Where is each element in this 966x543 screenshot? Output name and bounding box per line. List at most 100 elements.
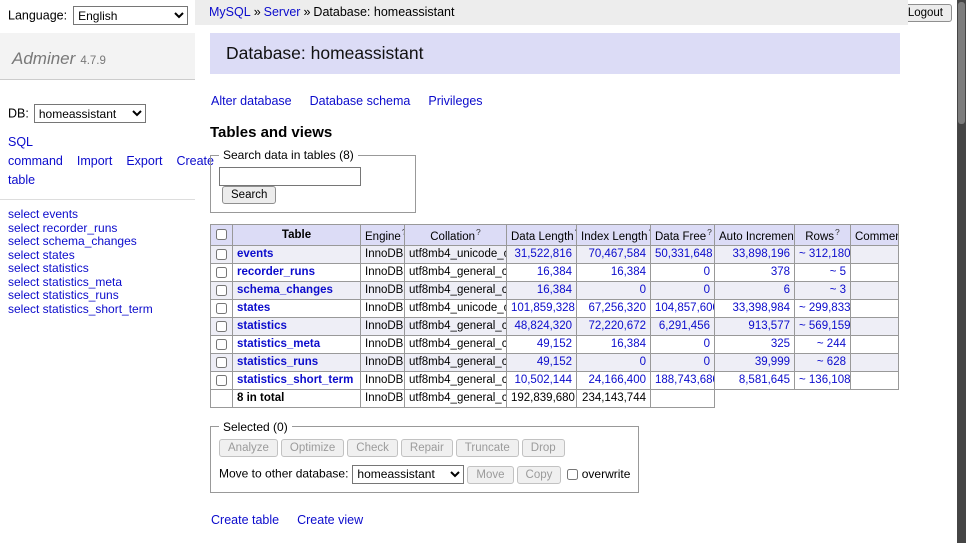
table-name-link[interactable]: schema_changes <box>237 284 333 296</box>
scrollbar-thumb[interactable] <box>958 2 965 124</box>
index-length-link[interactable]: 0 <box>640 284 646 296</box>
bulk-button-analyze[interactable]: Analyze <box>219 439 278 457</box>
create-link[interactable]: Create view <box>297 513 363 527</box>
rows-count-link[interactable]: ~ 136,108 <box>799 374 850 386</box>
sidebar-select-link[interactable]: select statistics <box>8 262 187 276</box>
help-icon[interactable]: ? <box>476 227 481 237</box>
data-free-link[interactable]: 50,331,648 <box>655 248 713 260</box>
sidebar-action-link[interactable]: SQL command <box>8 135 63 168</box>
sidebar-action-link[interactable]: Export <box>126 154 162 168</box>
auto-increment-link[interactable]: 913,577 <box>748 320 790 332</box>
auto-increment-link[interactable]: 8,581,645 <box>739 374 790 386</box>
row-checkbox[interactable] <box>216 375 227 386</box>
bulk-button-drop[interactable]: Drop <box>522 439 565 457</box>
data-free-link[interactable]: 104,857,600 <box>655 302 715 314</box>
db-action-link[interactable]: Database schema <box>310 94 411 108</box>
table-name-link[interactable]: statistics <box>237 320 287 332</box>
index-length-link[interactable]: 24,166,400 <box>588 374 646 386</box>
rows-count-link[interactable]: ~ 312,180 <box>799 248 850 260</box>
index-length-link[interactable]: 67,256,320 <box>588 302 646 314</box>
bulk-button-optimize[interactable]: Optimize <box>281 439 344 457</box>
table-name-link[interactable]: states <box>237 302 270 314</box>
auto-increment-cell: 39,999 <box>715 353 795 371</box>
data-length-link[interactable]: 101,859,328 <box>511 302 575 314</box>
breadcrumb-link[interactable]: Server <box>264 5 301 19</box>
collation-cell: utf8mb4_unicode_ci <box>405 245 507 263</box>
bulk-button-repair[interactable]: Repair <box>401 439 453 457</box>
data-length-link[interactable]: 16,384 <box>537 266 572 278</box>
rows-count-cell: ~ 299,833 <box>795 299 851 317</box>
rows-count-link[interactable]: ~ 299,833 <box>799 302 850 314</box>
data-length-link[interactable]: 49,152 <box>537 356 572 368</box>
rows-count-link[interactable]: ~ 244 <box>817 338 846 350</box>
sidebar-select-link[interactable]: select events <box>8 208 187 222</box>
index-length-link[interactable]: 72,220,672 <box>588 320 646 332</box>
auto-increment-link[interactable]: 33,398,984 <box>732 302 790 314</box>
bulk-button-check[interactable]: Check <box>347 439 398 457</box>
auto-increment-link[interactable]: 325 <box>771 338 790 350</box>
select-all-checkbox[interactable] <box>216 229 227 240</box>
rows-count-link[interactable]: ~ 3 <box>830 284 846 296</box>
data-length-link[interactable]: 49,152 <box>537 338 572 350</box>
auto-increment-link[interactable]: 39,999 <box>755 356 790 368</box>
help-icon[interactable]: ? <box>707 227 712 237</box>
language-select[interactable]: English <box>73 6 188 25</box>
db-action-link[interactable]: Alter database <box>211 94 292 108</box>
sidebar-select-link[interactable]: select statistics_runs <box>8 289 187 303</box>
copy-button[interactable]: Copy <box>517 466 562 484</box>
table-name-link[interactable]: recorder_runs <box>237 266 315 278</box>
data-length-link[interactable]: 48,824,320 <box>514 320 572 332</box>
help-icon[interactable]: ? <box>835 227 840 237</box>
move-db-select[interactable]: homeassistant <box>352 465 464 484</box>
data-free-link[interactable]: 0 <box>704 284 710 296</box>
sidebar-select-link[interactable]: select states <box>8 249 187 263</box>
auto-increment-link[interactable]: 6 <box>784 284 790 296</box>
table-name-link[interactable]: events <box>237 248 273 260</box>
db-select[interactable]: homeassistant <box>34 104 146 123</box>
auto-increment-link[interactable]: 33,898,196 <box>732 248 790 260</box>
row-checkbox[interactable] <box>216 321 227 332</box>
data-free-link[interactable]: 6,291,456 <box>659 320 710 332</box>
index-length-link[interactable]: 16,384 <box>611 266 646 278</box>
auto-increment-link[interactable]: 378 <box>771 266 790 278</box>
index-length-link[interactable]: 16,384 <box>611 338 646 350</box>
data-length-link[interactable]: 16,384 <box>537 284 572 296</box>
breadcrumb-link[interactable]: MySQL <box>209 5 251 19</box>
create-link[interactable]: Create table <box>211 513 279 527</box>
row-checkbox[interactable] <box>216 339 227 350</box>
rows-count-link[interactable]: ~ 628 <box>817 356 846 368</box>
collation-cell: utf8mb4_general_ci <box>405 263 507 281</box>
row-checkbox[interactable] <box>216 249 227 260</box>
index-length-cell: 72,220,672 <box>577 317 651 335</box>
sidebar-select-link[interactable]: select schema_changes <box>8 235 187 249</box>
sidebar-select-link[interactable]: select statistics_meta <box>8 276 187 290</box>
search-input[interactable] <box>219 167 361 186</box>
row-checkbox[interactable] <box>216 285 227 296</box>
row-checkbox[interactable] <box>216 357 227 368</box>
overwrite-checkbox[interactable] <box>567 469 578 480</box>
move-button[interactable]: Move <box>467 466 513 484</box>
data-length-link[interactable]: 31,522,816 <box>514 248 572 260</box>
sidebar-select-link[interactable]: select recorder_runs <box>8 222 187 236</box>
data-free-link[interactable]: 0 <box>704 338 710 350</box>
data-length-link[interactable]: 10,502,144 <box>514 374 572 386</box>
data-free-link[interactable]: 188,743,680 <box>655 374 715 386</box>
row-checkbox[interactable] <box>216 303 227 314</box>
table-name-link[interactable]: statistics_short_term <box>237 374 353 386</box>
data-free-link[interactable]: 0 <box>704 356 710 368</box>
index-length-link[interactable]: 0 <box>640 356 646 368</box>
search-fieldset: Search data in tables (8) Search <box>210 148 416 213</box>
rows-count-link[interactable]: ~ 5 <box>830 266 846 278</box>
sidebar-action-link[interactable]: Import <box>77 154 112 168</box>
data-free-link[interactable]: 0 <box>704 266 710 278</box>
bulk-button-truncate[interactable]: Truncate <box>456 439 519 457</box>
vertical-scrollbar[interactable] <box>957 0 966 543</box>
db-action-link[interactable]: Privileges <box>428 94 482 108</box>
search-button[interactable]: Search <box>222 186 276 204</box>
row-checkbox[interactable] <box>216 267 227 278</box>
index-length-link[interactable]: 70,467,584 <box>588 248 646 260</box>
table-name-link[interactable]: statistics_runs <box>237 356 318 368</box>
sidebar-select-link[interactable]: select statistics_short_term <box>8 303 187 317</box>
rows-count-link[interactable]: ~ 569,159 <box>799 320 850 332</box>
table-name-link[interactable]: statistics_meta <box>237 338 320 350</box>
